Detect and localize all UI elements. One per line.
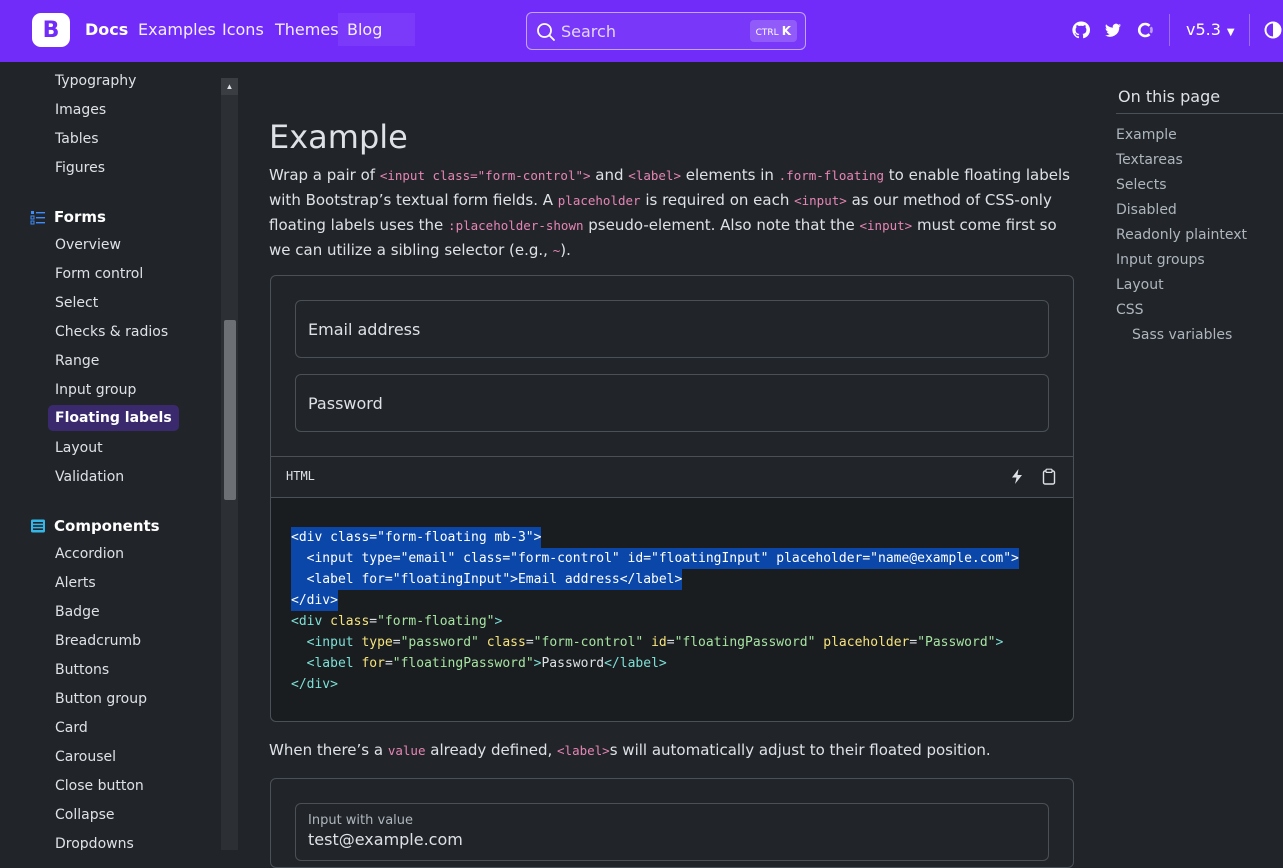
github-icon[interactable] — [1071, 20, 1091, 40]
sidebar-item-images[interactable]: Images — [55, 102, 106, 118]
sidebar-item-alerts[interactable]: Alerts — [55, 575, 96, 591]
inline-code: <label> — [557, 743, 610, 758]
forms-icon — [30, 211, 45, 225]
version-label: v5.3 — [1186, 20, 1221, 39]
docs-sidebar: Typography Images Tables Figures Forms O… — [0, 62, 238, 850]
top-navbar: B Docs Examples Icons Themes Blog Search… — [0, 0, 1283, 62]
code-line: <label for="floatingPassword">Password</… — [291, 656, 667, 671]
sidebar-item-typography[interactable]: Typography — [55, 73, 136, 89]
email-floating-label: Email address — [308, 319, 421, 339]
field-value: test@example.com — [308, 830, 463, 849]
password-floating-label: Password — [308, 393, 383, 413]
sidebar-item-select[interactable]: Select — [55, 295, 98, 311]
code-line-selected: <div class="form-floating mb-3"> — [291, 527, 542, 548]
sidebar-item-breadcrumb[interactable]: Breadcrumb — [55, 633, 141, 649]
sidebar-item-accordion[interactable]: Accordion — [55, 546, 124, 562]
shortcut-modifier: CTRL — [755, 28, 779, 38]
code-language-label: HTML — [286, 469, 315, 483]
code-line-selected: <label for="floatingInput">Email address… — [291, 569, 683, 590]
twitter-icon[interactable] — [1103, 20, 1123, 40]
inline-code: .form-floating — [778, 168, 884, 183]
navbar-divider — [1249, 14, 1250, 46]
version-dropdown[interactable]: v5.3 ▼ — [1186, 20, 1235, 39]
sidebar-item-button-group[interactable]: Button group — [55, 691, 147, 707]
sidebar-item-input-group[interactable]: Input group — [55, 382, 136, 398]
sidebar-group-title: Components — [54, 517, 160, 535]
password-field[interactable]: Password — [295, 374, 1049, 432]
intro-paragraph: Wrap a pair of <input class="form-contro… — [269, 166, 1070, 259]
theme-toggle-icon[interactable] — [1263, 20, 1283, 40]
brand-letter: B — [42, 17, 60, 43]
toc-link-readonly-plaintext[interactable]: Readonly plaintext — [1116, 227, 1247, 243]
sidebar-item-carousel[interactable]: Carousel — [55, 749, 116, 765]
sidebar-item-collapse[interactable]: Collapse — [55, 807, 115, 823]
toc-link-layout[interactable]: Layout — [1116, 277, 1164, 293]
code-line: </div> — [291, 677, 338, 692]
search-button[interactable]: Search CTRL K — [526, 12, 806, 50]
code-line-selected: <input type="email" class="form-control"… — [291, 548, 1019, 569]
inline-code: :placeholder-shown — [448, 218, 584, 233]
sidebar-item-close-button[interactable]: Close button — [55, 778, 144, 794]
toc-title: On this page — [1118, 87, 1221, 106]
sidebar-item-form-control[interactable]: Form control — [55, 266, 143, 282]
chevron-down-icon: ▼ — [1226, 27, 1235, 38]
toc-link-example[interactable]: Example — [1116, 127, 1177, 143]
code-line: <div class="form-floating"> — [291, 614, 503, 629]
sidebar-item-card[interactable]: Card — [55, 720, 88, 736]
sidebar-item-layout[interactable]: Layout — [55, 440, 103, 456]
nav-themes-link[interactable]: Themes — [275, 20, 339, 39]
sidebar-item-dropdowns[interactable]: Dropdowns — [55, 836, 134, 850]
section-title: Example — [269, 118, 408, 156]
clipboard-icon[interactable] — [1041, 468, 1057, 485]
value-paragraph: When there’s a value already defined, <l… — [269, 741, 991, 759]
sidebar-scroll-thumb[interactable] — [224, 320, 236, 500]
sidebar-item-floating-labels[interactable]: Floating labels — [48, 405, 179, 431]
nav-icons-link[interactable]: Icons — [222, 20, 264, 39]
components-icon — [31, 519, 45, 533]
sidebar-group-title: Forms — [54, 208, 106, 226]
navbar-divider — [1169, 14, 1170, 46]
search-placeholder: Search — [561, 21, 616, 41]
nav-examples-link[interactable]: Examples — [138, 20, 216, 39]
nav-blog-link[interactable]: Blog — [347, 20, 382, 39]
sidebar-item-tables[interactable]: Tables — [55, 131, 99, 147]
toc-link-css[interactable]: CSS — [1116, 302, 1144, 318]
toc-link-textareas[interactable]: Textareas — [1116, 152, 1183, 168]
inline-code: <label> — [628, 168, 681, 183]
sidebar-item-checks-radios[interactable]: Checks & radios — [55, 324, 168, 340]
sidebar-group-forms: Forms — [30, 208, 106, 226]
input-with-value-field[interactable]: Input with value test@example.com — [295, 803, 1049, 861]
inline-code: placeholder — [557, 193, 641, 208]
inline-code: <input> — [859, 218, 913, 233]
toc-divider — [1116, 113, 1283, 114]
search-shortcut-badge: CTRL K — [749, 20, 797, 42]
email-field[interactable]: Email address — [295, 300, 1049, 358]
code-line: <input type="password" class="form-contr… — [291, 635, 1004, 650]
opencollective-icon[interactable] — [1135, 20, 1155, 40]
search-icon — [537, 23, 555, 41]
sidebar-item-badge[interactable]: Badge — [55, 604, 100, 620]
shortcut-key: K — [781, 24, 791, 38]
code-line-selected: </div> — [291, 590, 338, 611]
sidebar-group-components: Components — [30, 517, 160, 535]
floating-label: Input with value — [308, 813, 414, 828]
toc-link-selects[interactable]: Selects — [1116, 177, 1166, 193]
nav-docs-link[interactable]: Docs — [85, 20, 128, 39]
inline-code: <input> — [794, 193, 847, 208]
toc-link-disabled[interactable]: Disabled — [1116, 202, 1177, 218]
code-toolbar — [271, 456, 1073, 498]
sidebar-item-range[interactable]: Range — [55, 353, 99, 369]
sidebar-item-overview[interactable]: Overview — [55, 237, 121, 253]
sidebar-item-figures[interactable]: Figures — [55, 160, 105, 176]
toc-link-sass-variables[interactable]: Sass variables — [1132, 327, 1232, 343]
sidebar-item-validation[interactable]: Validation — [55, 469, 124, 485]
inline-code: value — [387, 743, 426, 758]
scroll-up-arrow-icon[interactable]: ▲ — [221, 78, 238, 95]
toc-link-input-groups[interactable]: Input groups — [1116, 252, 1205, 268]
sidebar-item-buttons[interactable]: Buttons — [55, 662, 109, 678]
lightning-icon[interactable] — [1009, 468, 1025, 485]
bootstrap-logo[interactable]: B — [32, 13, 70, 47]
inline-code: <input class="form-control"> — [379, 168, 591, 183]
